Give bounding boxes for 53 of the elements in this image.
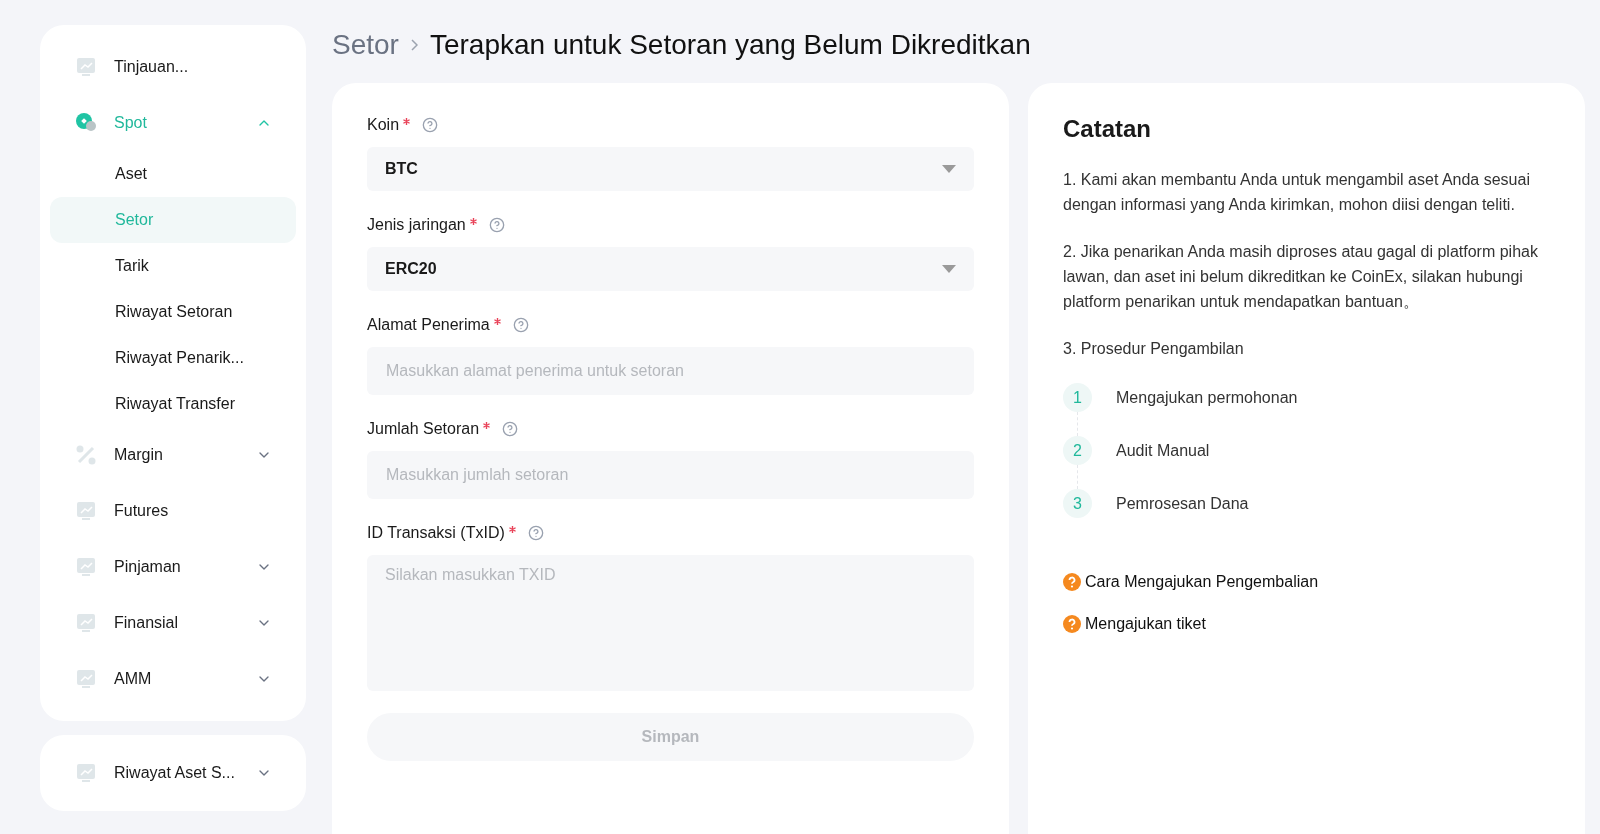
field-label: Alamat Penerima [367,315,490,335]
note-paragraph: 1. Kami akan membantu Anda untuk mengambil aset Anda sesuai dengan informasi yang Anda kirimkan, mohon diisi dengan teliti. [1063,170,1531,215]
menu-item-icon [74,555,98,579]
submenu-item[interactable]: Riwayat Transfer [50,381,296,427]
submenu-item[interactable]: Riwayat Setoran [50,289,296,335]
notes-title: Catatan [1063,114,1153,144]
menu-item-icon [74,667,98,691]
caret-down-icon [942,265,956,273]
caret-down-icon [942,165,956,173]
select-field[interactable]: BTC [367,147,974,191]
step-number: 2 [1063,436,1092,465]
page-title: Terapkan untuk Setoran yang Belum Dikreditkan [429,28,1031,62]
input-field[interactable]: Masukkan jumlah setoran [367,451,974,499]
step-number: 1 [1063,383,1092,412]
help-link[interactable]: Cara Mengajukan Pengembalian [1085,570,1319,594]
help-icon[interactable] [502,421,519,437]
submenu-item[interactable]: Tarik [50,243,296,289]
help-icon[interactable] [422,117,439,133]
field-label: Jumlah Setoran [367,419,480,439]
note-paragraph: 3. Prosedur Pengambilan [1063,339,1245,359]
step-label: Audit Manual [1116,440,1210,461]
field-label: ID Transaksi (TxID) [367,523,505,543]
step-number: 3 [1063,489,1092,518]
menu-item-icon [74,611,98,635]
submenu-item[interactable]: Riwayat Penarik... [50,335,296,381]
question-bubble-icon [1063,615,1081,633]
submenu-item[interactable]: Aset [50,151,296,197]
menu-item-icon [74,443,98,467]
help-icon[interactable] [527,525,544,541]
chevron-right-icon [410,39,418,51]
input-field[interactable]: Masukkan alamat penerima untuk setoran [367,347,974,395]
field-label: Jenis jaringan [367,215,466,235]
help-icon[interactable] [512,317,529,333]
menu-item[interactable]: Riwayat Aset S... [50,749,296,797]
menu-item-icon [74,761,98,785]
step-label: Pemrosesan Dana [1116,493,1249,514]
breadcrumb-link[interactable]: Setor [332,24,399,66]
question-bubble-icon [1063,573,1081,591]
step-label: Mengajukan permohonan [1116,387,1298,408]
menu-item[interactable]: AMM [50,651,296,707]
field-label: Koin [367,115,400,135]
menu-item-icon [74,499,98,523]
menu-item[interactable]: Finansial [50,595,296,651]
help-icon[interactable] [488,217,505,233]
help-link[interactable]: Mengajukan tiket [1085,612,1206,636]
menu-item-icon [74,55,98,79]
textarea-field[interactable]: Silakan masukkan TXID [367,555,974,691]
menu-item[interactable]: Tinjauan... [50,39,296,95]
menu-item[interactable]: Margin [50,427,296,483]
menu-item[interactable]: Futures [50,483,296,539]
select-field[interactable]: ERC20 [367,247,974,291]
note-paragraph: 2. Jika penarikan Anda masih diproses atau gagal di platform pihak lawan, dan aset ini belum dikreditkan ke CoinEx, silakan hubungi platform penarikan untuk mendapatkan bantuan。 [1063,242,1539,312]
menu-item[interactable]: Pinjaman [50,539,296,595]
